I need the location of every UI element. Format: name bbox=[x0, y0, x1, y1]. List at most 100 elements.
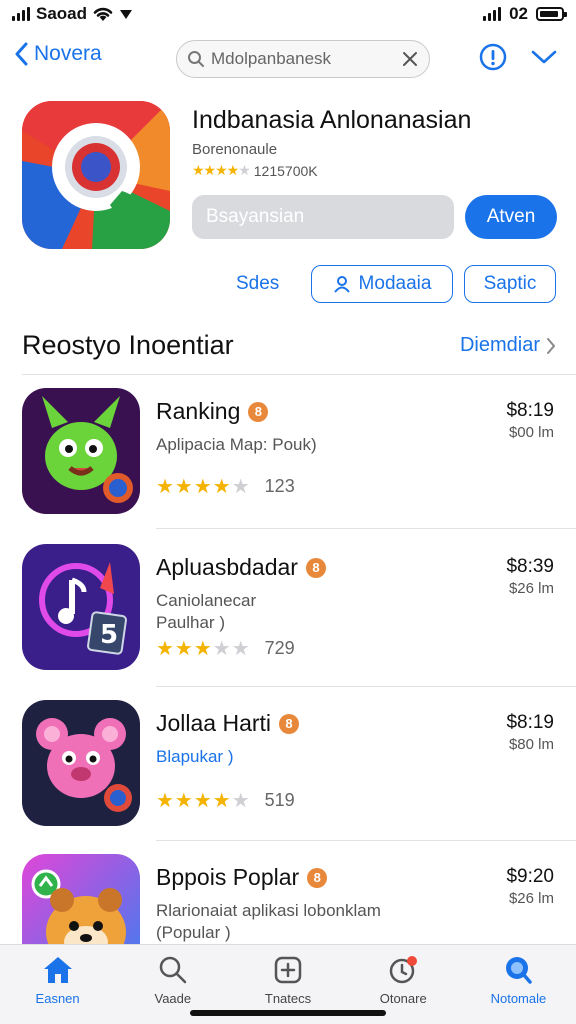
nav-icons bbox=[478, 42, 558, 72]
svg-text:5: 5 bbox=[100, 620, 118, 650]
price-main: $8:19 bbox=[506, 712, 554, 733]
tab-home[interactable]: Easnen bbox=[0, 945, 115, 1024]
rating-stars: ★★★★★ bbox=[156, 638, 251, 660]
rating-count: 123 bbox=[264, 476, 295, 496]
app-description: Rlarionaiat aplikasi lobonklam (Popular ) bbox=[156, 900, 381, 944]
app-name-text: Bppois Poplar bbox=[156, 864, 300, 890]
app-logo-icon bbox=[22, 101, 170, 249]
tab-profile[interactable]: Notomale bbox=[461, 945, 576, 1024]
status-bar: Saoad 02 bbox=[0, 0, 576, 28]
wifi-icon bbox=[93, 7, 113, 21]
home-icon bbox=[43, 957, 72, 983]
profile-icon bbox=[506, 957, 533, 984]
list-item[interactable]: 5 Apluasbdadar 8 Caniolanecar Paulhar ) ★★… bbox=[0, 544, 576, 694]
divider bbox=[156, 840, 576, 841]
app-rating-stars: ★★★★★ bbox=[192, 162, 251, 178]
app-name: Bppois Poplar 8 bbox=[156, 864, 328, 891]
price[interactable]: $9:20 $26 lm bbox=[506, 866, 554, 907]
price-main: $9:20 bbox=[506, 866, 554, 887]
app-rating-count: 1215700K bbox=[253, 162, 318, 179]
see-all-link[interactable]: Diemdiar bbox=[460, 334, 556, 357]
updates-icon bbox=[389, 956, 418, 984]
app-description-line2: (Popular ) bbox=[156, 923, 231, 942]
app-description-line1: Rlarionaiat aplikasi lobonklam bbox=[156, 901, 381, 920]
chevron-right-icon bbox=[547, 337, 556, 354]
tab-label: Tnatecs bbox=[264, 991, 312, 1006]
location-arrow-icon bbox=[120, 10, 133, 19]
tab-label: Easnen bbox=[35, 991, 80, 1006]
clear-icon[interactable] bbox=[401, 50, 419, 68]
app-icon[interactable] bbox=[22, 101, 170, 249]
search-icon bbox=[159, 956, 187, 984]
get-button[interactable]: Atven bbox=[465, 195, 557, 239]
app-description: Caniolanecar Paulhar ) bbox=[156, 590, 256, 634]
search-icon bbox=[188, 51, 204, 67]
price[interactable]: $8:39 $26 lm bbox=[506, 556, 554, 597]
app-name-text: Ranking bbox=[156, 398, 241, 424]
editor-badge-icon: 8 bbox=[307, 867, 328, 888]
tab-label: Notomale bbox=[490, 991, 547, 1006]
rating-count: 519 bbox=[264, 790, 295, 810]
home-indicator[interactable] bbox=[190, 1010, 386, 1016]
info-icon[interactable] bbox=[478, 42, 508, 72]
see-all-label: Diemdiar bbox=[459, 334, 540, 356]
modaaia-label: Modaaia bbox=[358, 273, 432, 294]
app-title: Indbanasia Anlonanasian bbox=[192, 106, 472, 134]
search-value: Mdolpanbanesk bbox=[211, 49, 332, 68]
app-rating: ★★★★★ 123 bbox=[156, 474, 295, 499]
divider bbox=[156, 528, 576, 529]
rating-stars: ★★★★★ bbox=[156, 476, 251, 498]
search-input[interactable]: Mdolpanbanesk bbox=[176, 40, 430, 78]
app-name: Jollaa Harti 8 bbox=[156, 710, 300, 737]
editor-badge-icon: 8 bbox=[279, 713, 300, 734]
green-monster-icon bbox=[22, 388, 140, 514]
saptic-button[interactable]: Saptic bbox=[464, 265, 556, 303]
modaaia-button[interactable]: Modaaia bbox=[311, 265, 453, 303]
app-icon-music: 5 bbox=[22, 544, 140, 670]
pink-bear-icon bbox=[22, 700, 140, 826]
app-description[interactable]: Blapukar ) bbox=[156, 746, 233, 768]
divider bbox=[156, 686, 576, 687]
back-label: Novera bbox=[34, 42, 102, 65]
price-sub: $80 lm bbox=[508, 736, 554, 753]
list-item[interactable]: Ranking 8 Aplipacia Map: Pouk) ★★★★★ 123 … bbox=[0, 388, 576, 538]
tab-label: Vaade bbox=[154, 991, 192, 1006]
app-developer: Borenonaule bbox=[192, 141, 278, 158]
sdes-link[interactable]: Sdes bbox=[236, 273, 279, 295]
app-description: Aplipacia Map: Pouk) bbox=[156, 435, 317, 454]
back-button[interactable]: Novera bbox=[14, 42, 102, 66]
app-name: Ranking 8 bbox=[156, 398, 269, 425]
divider bbox=[22, 374, 576, 375]
music-note-icon: 5 bbox=[22, 544, 140, 670]
price[interactable]: $8:19 $80 lm bbox=[506, 712, 554, 753]
editor-badge-icon: 8 bbox=[305, 557, 326, 578]
secondary-button[interactable]: Bsayansian bbox=[192, 195, 454, 239]
chevron-down-icon[interactable] bbox=[530, 48, 558, 66]
rating-stars: ★★★★★ bbox=[156, 790, 251, 812]
price-main: $8:39 bbox=[506, 556, 554, 577]
status-left: Saoad bbox=[12, 4, 133, 24]
price[interactable]: $8:19 $00 lm bbox=[506, 400, 554, 441]
price-main: $8:19 bbox=[506, 400, 554, 421]
carrier-name: Saoad bbox=[36, 4, 88, 23]
add-box-icon bbox=[274, 956, 302, 984]
app-name-text: Apluasbdadar bbox=[156, 554, 298, 580]
status-time: 02 bbox=[509, 4, 528, 23]
app-rating: ★★★★★ 1215700K bbox=[192, 162, 318, 179]
nav-bar: Novera Mdolpanbanesk bbox=[0, 38, 576, 82]
battery-icon bbox=[536, 7, 567, 21]
price-sub: $26 lm bbox=[508, 580, 554, 597]
editor-badge-icon: 8 bbox=[248, 401, 269, 422]
app-icon-ranking bbox=[22, 388, 140, 514]
app-icon-bear bbox=[22, 700, 140, 826]
app-name-text: Jollaa Harti bbox=[156, 710, 272, 736]
app-description-line2: Paulhar ) bbox=[156, 613, 225, 632]
list-item[interactable]: Jollaa Harti 8 Blapukar ) ★★★★★ 519 $8:19… bbox=[0, 700, 576, 850]
cell-signal-icon bbox=[12, 7, 30, 21]
app-description-line1: Caniolanecar bbox=[156, 591, 257, 610]
app-name: Apluasbdadar 8 bbox=[156, 554, 326, 581]
section-title: Reostyo Inoentiar bbox=[22, 330, 234, 360]
rating-count: 729 bbox=[264, 638, 295, 658]
app-rating: ★★★★★ 729 bbox=[156, 636, 295, 661]
app-rating: ★★★★★ 519 bbox=[156, 788, 295, 813]
